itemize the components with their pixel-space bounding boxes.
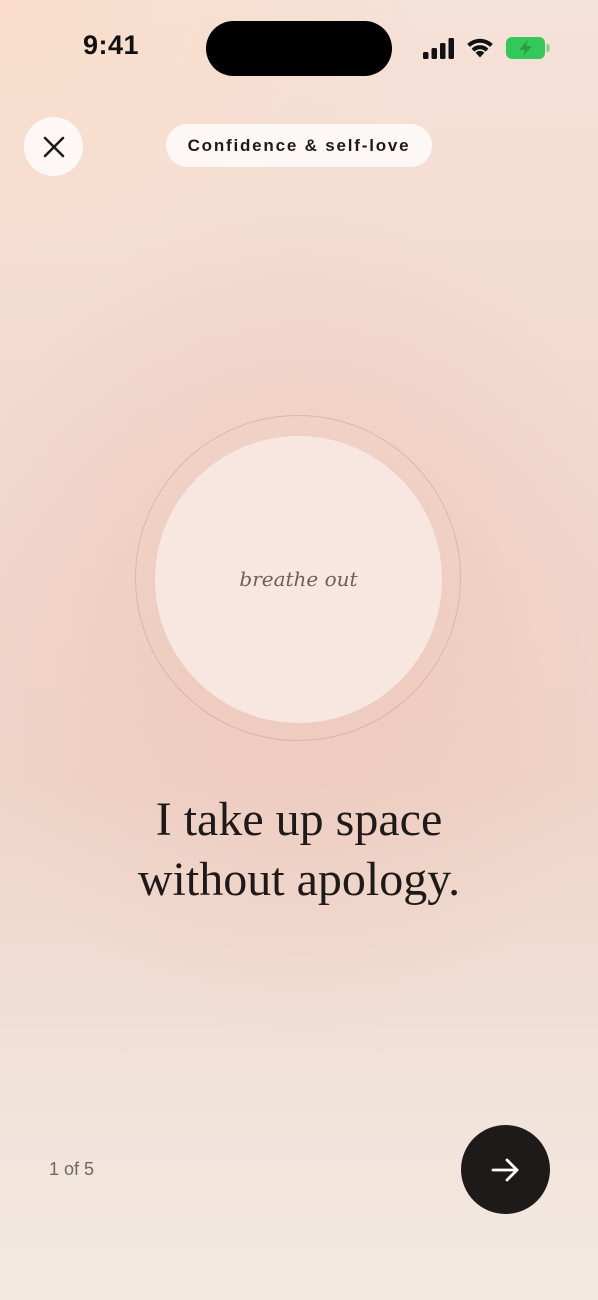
dynamic-island [206,21,392,76]
affirmation-text: I take up space without apology. [40,790,558,910]
affirmation-screen: 9:41 Confidence & self-love breathe out … [0,0,598,1300]
breath-prompt: breathe out [239,566,358,591]
category-pill: Confidence & self-love [166,124,432,167]
close-button[interactable] [24,117,83,176]
affirmation-line-2: without apology. [137,853,461,906]
progress-label: 1 of 5 [49,1159,95,1179]
signal-icon [423,38,454,59]
status-time: 9:41 [83,30,140,60]
close-icon [43,136,64,157]
battery-charging-icon [506,37,550,59]
affirmation-line-1: I take up space [155,793,443,846]
breath-circle: breathe out [155,436,442,723]
arrow-right-icon [491,1158,518,1181]
wifi-icon [467,38,493,58]
next-button[interactable] [461,1125,550,1214]
